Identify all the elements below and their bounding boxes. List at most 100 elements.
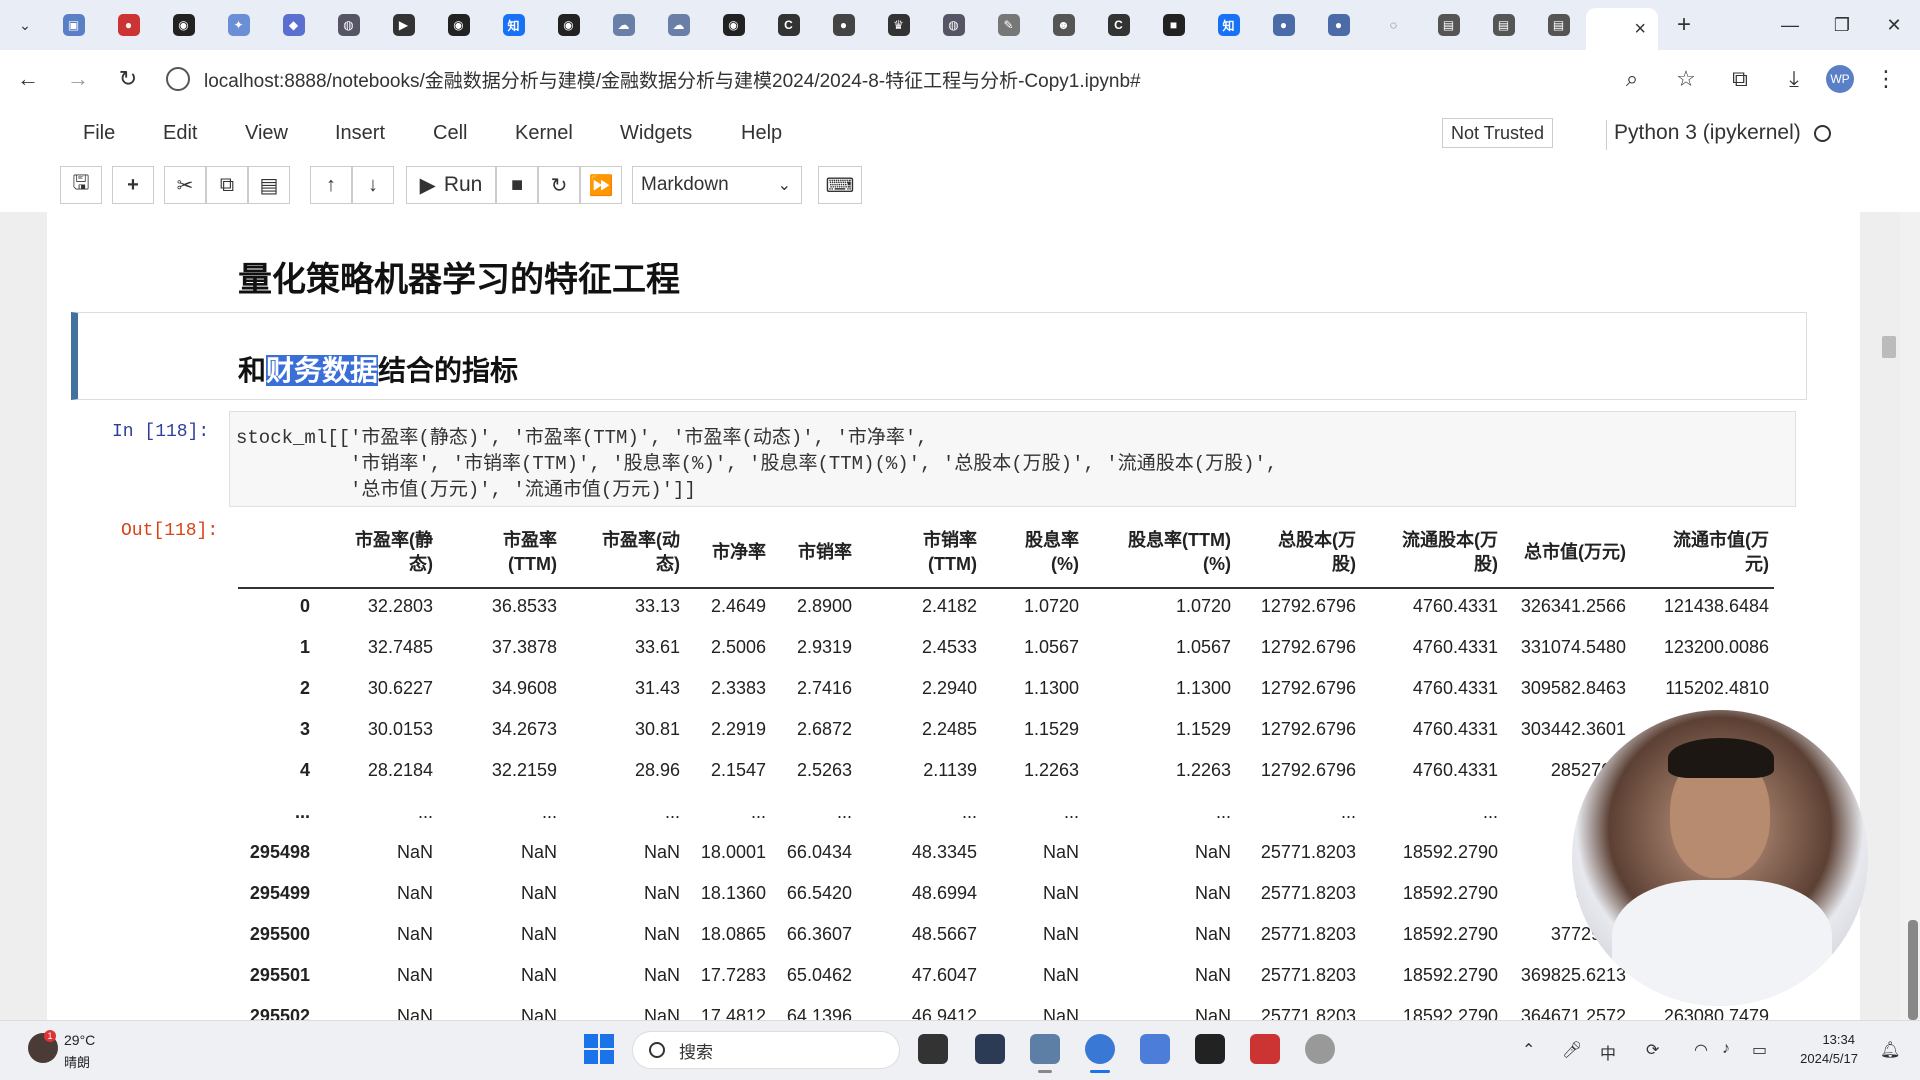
pinned-tab[interactable]: ■ (1146, 0, 1201, 50)
vertical-scrollbar[interactable] (1900, 212, 1920, 1020)
close-icon[interactable]: × (1634, 18, 1646, 41)
restart-icon[interactable]: ↻ (538, 166, 580, 204)
menu-help[interactable]: Help (741, 122, 782, 145)
more-menu-icon[interactable]: ⋮ (1864, 57, 1908, 101)
monitor-app-icon[interactable] (975, 1034, 1005, 1064)
pinned-tab[interactable]: ▤ (1531, 0, 1586, 50)
table-cell: ... (1482, 802, 1498, 822)
wifi-icon[interactable]: ◠ (1694, 1040, 1708, 1060)
maximize-icon[interactable]: ❐ (1816, 0, 1868, 50)
weather-temperature[interactable]: 29°C (64, 1032, 95, 1048)
pinned-tab[interactable]: ◌ (1366, 0, 1421, 50)
trust-status-button[interactable]: Not Trusted (1442, 118, 1554, 148)
presenter-shirt (1612, 880, 1832, 1006)
reload-icon[interactable]: ↻ (106, 57, 150, 101)
pinned-tab[interactable]: ✦ (211, 0, 266, 50)
menu-file[interactable]: File (83, 122, 115, 145)
interrupt-icon[interactable]: ■ (496, 166, 538, 204)
profile-avatar[interactable]: WP (1826, 65, 1854, 93)
app-icon[interactable] (1140, 1034, 1170, 1064)
minimize-icon[interactable]: — (1764, 0, 1816, 50)
download-icon[interactable]: ⤓ (1772, 57, 1816, 101)
clock-time[interactable]: 13:34 (1795, 1032, 1855, 1047)
move-down-icon[interactable]: ↓ (352, 166, 394, 204)
pinned-tab[interactable]: ◍ (321, 0, 376, 50)
active-tab[interactable]: × (1586, 8, 1658, 50)
close-window-icon[interactable]: ✕ (1868, 0, 1920, 50)
pinned-tab[interactable]: ◉ (156, 0, 211, 50)
file-explorer-icon[interactable] (918, 1034, 948, 1064)
pinned-tab[interactable]: C (1091, 0, 1146, 50)
table-cell: 34.9608 (491, 678, 557, 698)
wps-icon[interactable] (1250, 1034, 1280, 1064)
pinned-tab[interactable]: ▣ (46, 0, 101, 50)
pinned-tab[interactable]: ◉ (706, 0, 761, 50)
menu-widgets[interactable]: Widgets (620, 122, 692, 145)
run-button[interactable]: ▶ Run (406, 166, 496, 204)
pinned-tab[interactable]: ▤ (1476, 0, 1531, 50)
pinned-tab[interactable]: ▤ (1421, 0, 1476, 50)
scrollbar-thumb[interactable] (1882, 336, 1896, 358)
fast-forward-icon[interactable]: ⏩ (580, 166, 622, 204)
tray-chevron-icon[interactable]: ⌃ (1522, 1040, 1535, 1060)
insert-cell-icon[interactable]: + (112, 166, 154, 204)
forward-arrow-icon[interactable]: → (56, 57, 100, 101)
new-tab-button[interactable]: + (1664, 5, 1704, 45)
pinned-tab[interactable]: C (761, 0, 816, 50)
pinned-tab[interactable]: ● (1256, 0, 1311, 50)
clock-date[interactable]: 2024/5/17 (1792, 1051, 1858, 1066)
cut-icon[interactable]: ✂ (164, 166, 206, 204)
volume-icon[interactable]: ♪ (1722, 1040, 1730, 1058)
zoom-icon[interactable]: ⌕ (1610, 57, 1654, 101)
bookmark-star-icon[interactable]: ☆ (1664, 57, 1708, 101)
pinned-tab[interactable]: 知 (486, 0, 541, 50)
extensions-icon[interactable]: ⧉ (1718, 57, 1762, 101)
back-arrow-icon[interactable]: ← (6, 57, 50, 101)
pinned-tab[interactable]: ◉ (431, 0, 486, 50)
paste-icon[interactable]: ▤ (248, 166, 290, 204)
cell-type-select[interactable]: Markdown ⌄ (632, 166, 802, 204)
loading-icon: ◌ (1389, 18, 1398, 32)
sync-icon[interactable]: ⟳ (1646, 1040, 1659, 1060)
chrome-icon[interactable] (1085, 1034, 1115, 1064)
terminal-icon[interactable] (1195, 1034, 1225, 1064)
pinned-tab[interactable]: ● (1311, 0, 1366, 50)
pinned-tab[interactable]: ☻ (1036, 0, 1091, 50)
page-scrollbar-thumb[interactable] (1908, 920, 1918, 1020)
pinned-tab[interactable]: ✎ (981, 0, 1036, 50)
pinned-tab[interactable]: ◉ (541, 0, 596, 50)
save-icon[interactable]: 🖫 (60, 166, 102, 204)
pinned-tab[interactable]: ♛ (871, 0, 926, 50)
pinned-tab[interactable]: ◍ (926, 0, 981, 50)
tab-search-chevron-icon[interactable]: ⌄ (10, 10, 40, 40)
menu-kernel[interactable]: Kernel (515, 122, 573, 145)
menu-cell[interactable]: Cell (433, 122, 467, 145)
menu-edit[interactable]: Edit (163, 122, 197, 145)
menu-view[interactable]: View (245, 122, 288, 145)
pinned-tab[interactable]: ● (816, 0, 871, 50)
taskbar-search[interactable]: 搜索 (632, 1031, 900, 1069)
input-method-icon[interactable]: 中 (1600, 1040, 1616, 1064)
site-info-icon[interactable] (166, 67, 190, 91)
menu-insert[interactable]: Insert (335, 122, 385, 145)
selected-text[interactable]: 财务数据 (266, 355, 379, 386)
copy-icon[interactable]: ⧉ (206, 166, 248, 204)
move-up-icon[interactable]: ↑ (310, 166, 352, 204)
kernel-name[interactable]: Python 3 (ipykernel) (1614, 121, 1801, 145)
microphone-icon[interactable]: 🎤︎ (1562, 1040, 1582, 1060)
pinned-tab[interactable]: ☁ (651, 0, 706, 50)
pinned-tab[interactable]: ▶ (376, 0, 431, 50)
keyboard-icon[interactable]: ⌨ (818, 166, 862, 204)
battery-icon[interactable]: ▭ (1752, 1040, 1767, 1060)
weather-description[interactable]: 晴朗 (64, 1052, 90, 1071)
folder-icon[interactable] (1030, 1034, 1060, 1064)
pinned-tab[interactable]: ● (101, 0, 156, 50)
address-bar[interactable]: localhost:8888/notebooks/金融数据分析与建模/金融数据分… (166, 58, 1616, 100)
pinned-tab[interactable]: ☁ (596, 0, 651, 50)
pinned-tab[interactable]: 知 (1201, 0, 1256, 50)
start-button[interactable] (584, 1034, 614, 1064)
pinned-tab[interactable]: ◆ (266, 0, 321, 50)
column-header-line: 市盈率 (503, 530, 557, 550)
notifications-icon[interactable]: 🔔︎ (1880, 1040, 1900, 1060)
recorder-icon[interactable] (1305, 1034, 1335, 1064)
